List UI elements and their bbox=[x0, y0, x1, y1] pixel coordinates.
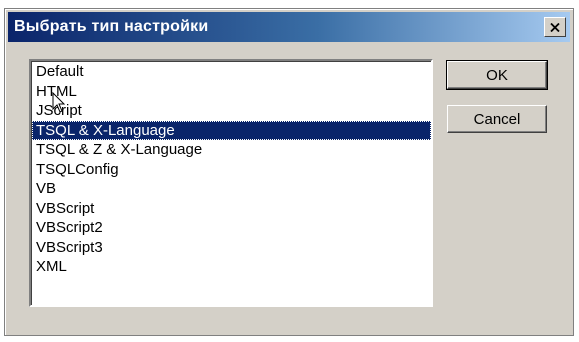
close-button[interactable] bbox=[544, 17, 566, 37]
list-item[interactable]: VBScript3 bbox=[32, 238, 431, 258]
ok-button[interactable]: OK bbox=[446, 60, 548, 90]
list-item[interactable]: HTML bbox=[32, 82, 431, 102]
list-item[interactable]: XML bbox=[32, 257, 431, 277]
list-item[interactable]: VB bbox=[32, 179, 431, 199]
window-title: Выбрать тип настройки bbox=[14, 18, 209, 35]
dialog-window: Выбрать тип настройки Default HTML JScri… bbox=[4, 8, 574, 336]
close-icon bbox=[550, 22, 560, 32]
list-item-selected[interactable]: TSQL & X-Language bbox=[32, 120, 431, 140]
list-item[interactable]: TSQL & Z & X-Language bbox=[32, 140, 431, 160]
title-bar[interactable]: Выбрать тип настройки bbox=[8, 12, 570, 42]
list-item[interactable]: Default bbox=[32, 62, 431, 82]
list-item[interactable]: JScript bbox=[32, 101, 431, 121]
list-item[interactable]: TSQLConfig bbox=[32, 160, 431, 180]
listbox-items: Default HTML JScript TSQL & X-Language T… bbox=[31, 61, 431, 305]
cancel-button[interactable]: Cancel bbox=[447, 105, 547, 133]
list-item[interactable]: VBScript bbox=[32, 199, 431, 219]
settings-type-listbox[interactable]: Default HTML JScript TSQL & X-Language T… bbox=[29, 59, 433, 307]
list-item[interactable]: VBScript2 bbox=[32, 218, 431, 238]
